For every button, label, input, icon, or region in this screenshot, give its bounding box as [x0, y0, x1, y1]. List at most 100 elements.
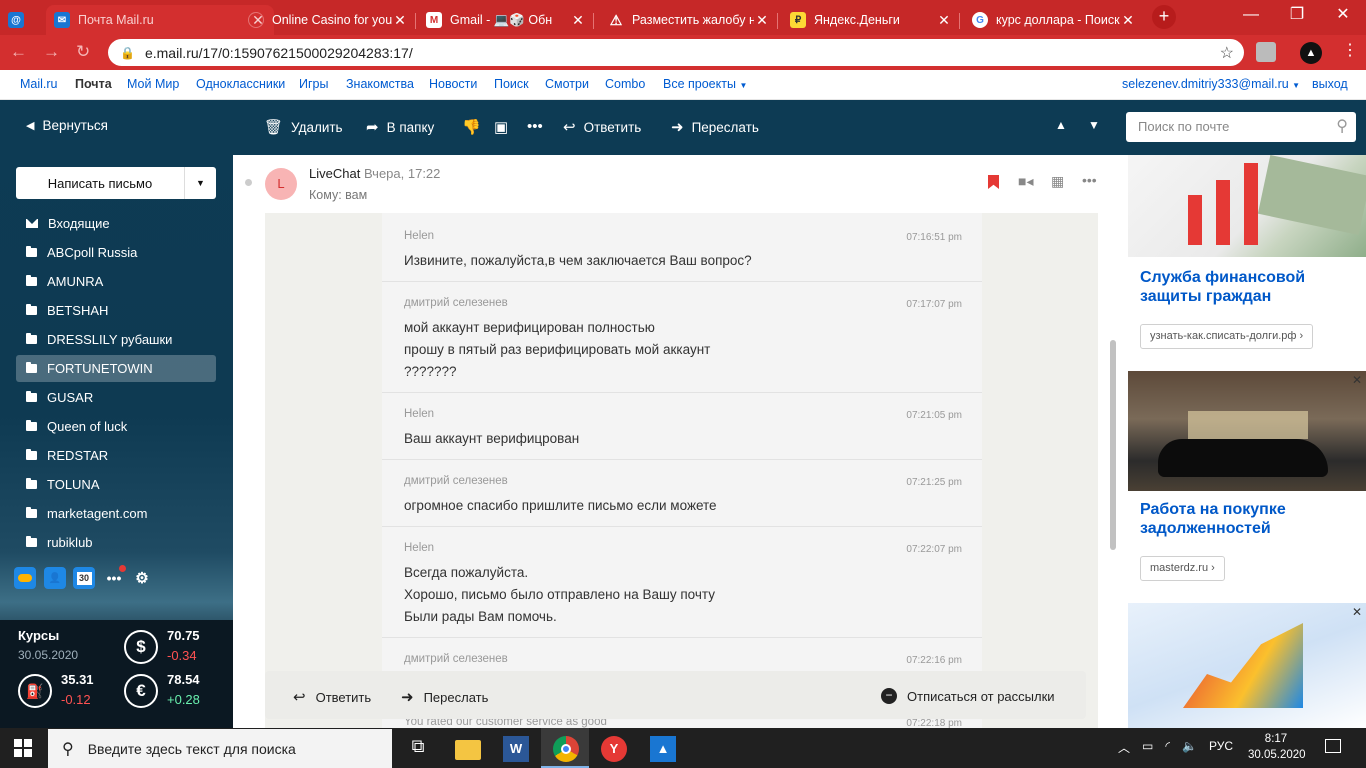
ad-link-button[interactable]: узнать-как.списать-долги.рф › [1140, 324, 1314, 349]
back-button[interactable]: ◀ Вернуться [26, 118, 108, 133]
minimize-icon[interactable]: — [1228, 0, 1274, 32]
ad-image-finance[interactable] [1128, 154, 1366, 257]
file-explorer-icon[interactable] [455, 740, 481, 760]
sidebar-item-folder[interactable]: ABCpoll Russia [16, 239, 216, 266]
portal-link-moymir[interactable]: Мой Мир [127, 77, 179, 91]
sidebar-item-folder[interactable]: marketagent.com [16, 500, 216, 527]
delete-button[interactable]: 🗑 Удалить [264, 118, 343, 136]
archive-button[interactable]: ▣ [494, 118, 508, 136]
portal-link-all-projects[interactable]: Все проекты ▼ [663, 77, 747, 91]
battery-icon[interactable]: ▭ [1142, 739, 1153, 756]
scrollbar-thumb[interactable] [1110, 340, 1116, 550]
quick-forward-button[interactable]: ➜ Переслать [401, 688, 488, 706]
spam-button[interactable]: 👎 [462, 118, 481, 136]
more-dots-icon[interactable]: ••• [1082, 172, 1097, 188]
close-window-icon[interactable]: ✕ [1320, 0, 1366, 32]
read-status-dot[interactable] [245, 179, 252, 186]
photos-icon[interactable]: ▲ [650, 736, 676, 762]
portal-link-mailru[interactable]: Mail.ru [20, 77, 58, 91]
search-icon[interactable]: ⚲ [1336, 112, 1348, 142]
portal-link-combo[interactable]: Combo [605, 77, 645, 91]
tab-gmail[interactable]: M Gmail - 💻🎲 Обн ✕ [418, 5, 594, 35]
portal-link-search[interactable]: Поиск [494, 77, 529, 91]
sidebar-item-folder[interactable]: DRESSLILY рубашки [16, 326, 216, 353]
unsubscribe-button[interactable]: − Отписаться от рассылки [881, 688, 1055, 704]
sidebar-item-folder[interactable]: Queen of luck [16, 413, 216, 440]
sidebar-item-folder-selected[interactable]: FORTUNETOWIN [16, 355, 216, 382]
shield-favicon-icon: ⚠ [609, 11, 623, 28]
volume-icon[interactable]: 🔈 [1182, 739, 1197, 756]
pinned-tab[interactable]: @ [0, 5, 40, 35]
logout-link[interactable]: выход [1312, 77, 1348, 91]
close-tab-icon[interactable]: ✕ [936, 12, 952, 29]
settings-gear-icon[interactable]: ⚙ [131, 567, 153, 589]
portal-link-smotri[interactable]: Смотри [545, 77, 589, 91]
back-arrow-icon[interactable]: ← [10, 42, 27, 62]
close-tab-icon[interactable]: ✕ [392, 12, 408, 29]
sidebar-item-inbox[interactable]: Входящие [16, 210, 216, 237]
bookmark-star-icon[interactable]: ☆ [1220, 43, 1234, 63]
reply-button[interactable]: ↩ Ответить [563, 118, 641, 136]
close-tab-icon[interactable]: ✕ [754, 12, 770, 29]
sidebar-item-folder[interactable]: rubiklub [16, 529, 216, 556]
video-icon[interactable]: ■◂ [1018, 173, 1033, 190]
chrome-icon[interactable] [553, 736, 579, 762]
profile-icon[interactable]: ▲ [1300, 42, 1322, 64]
portal-link-dating[interactable]: Знакомства [346, 77, 414, 91]
new-tab-button[interactable]: + [1152, 5, 1176, 29]
ad-link-button[interactable]: masterdz.ru › [1140, 556, 1225, 581]
yandex-browser-icon[interactable]: Y [601, 736, 627, 762]
portal-link-games[interactable]: Игры [299, 77, 328, 91]
sidebar-item-folder[interactable]: TOLUNA [16, 471, 216, 498]
move-to-folder-button[interactable]: ➦ В папку [366, 118, 434, 136]
more-actions-button[interactable]: ••• [527, 118, 543, 135]
calendar-icon[interactable]: ▦ [1051, 173, 1064, 190]
next-letter-button[interactable]: ▼ [1088, 118, 1100, 132]
portal-link-ok[interactable]: Одноклассники [196, 77, 285, 91]
menu-dots-icon[interactable]: ⋮ [1342, 40, 1358, 60]
sidebar-item-folder[interactable]: AMUNRA [16, 268, 216, 295]
user-email[interactable]: selezenev.dmitriy333@mail.ru ▼ [1122, 77, 1300, 91]
close-tab-icon[interactable]: ✕ [1120, 12, 1136, 29]
search-input[interactable]: Поиск по почте ⚲ [1126, 112, 1356, 142]
language-indicator[interactable]: РУС [1209, 739, 1233, 756]
task-view-icon[interactable]: ⧉ [405, 736, 431, 762]
sidebar-item-folder[interactable]: BETSHAH [16, 297, 216, 324]
sidebar-item-folder[interactable]: REDSTAR [16, 442, 216, 469]
compose-dropdown-icon[interactable]: ▼ [184, 167, 216, 199]
portal-link-news[interactable]: Новости [429, 77, 477, 91]
tab-google-search[interactable]: G курс доллара - Поиск ✕ [964, 5, 1144, 35]
tab-yandex-money[interactable]: ₽ Яндекс.Деньги ✕ [782, 5, 960, 35]
forward-arrow-icon[interactable]: → [43, 42, 60, 62]
forward-button[interactable]: ➜ Переслать [671, 118, 759, 136]
reload-icon[interactable]: ↻ [76, 42, 90, 62]
tab-casino[interactable]: Online Casino for you ✕ [240, 5, 416, 35]
chevron-up-icon[interactable]: ︿ [1118, 739, 1130, 756]
extension-icon[interactable] [1256, 42, 1276, 62]
close-ad-icon[interactable]: ✕ [1352, 605, 1362, 619]
portal-link-pochta[interactable]: Почта [75, 77, 112, 91]
maximize-icon[interactable]: ❐ [1274, 0, 1320, 32]
quick-reply-button[interactable]: ↩ Ответить [293, 688, 371, 706]
ad-image-chart[interactable] [1128, 603, 1366, 728]
ad-title[interactable]: Служба финансовой защиты граждан [1140, 268, 1350, 306]
wifi-icon[interactable]: ◜ [1165, 739, 1170, 756]
sidebar-item-folder[interactable]: GUSAR [16, 384, 216, 411]
prev-letter-button[interactable]: ▲ [1055, 118, 1067, 132]
compose-button[interactable]: Написать письмо ▼ [16, 167, 216, 199]
tab-complaint[interactable]: ⚠ Разместить жалобу на ✕ [600, 5, 778, 35]
word-icon[interactable]: W [503, 736, 529, 762]
taskbar-search-input[interactable]: ⚲ Введите здесь текст для поиска [48, 729, 392, 768]
cloud-app-icon[interactable] [14, 567, 36, 589]
close-ad-icon[interactable]: ✕ [1352, 373, 1362, 387]
address-bar[interactable]: 🔒 e.mail.ru/17/0:15907621500029204283:17… [108, 39, 1244, 66]
notifications-icon[interactable] [1325, 739, 1341, 753]
sender-name[interactable]: LiveChat [309, 166, 360, 181]
close-tab-icon[interactable]: ✕ [570, 12, 586, 29]
windows-start-icon[interactable] [14, 739, 32, 757]
ad-title[interactable]: Работа на покупке задолженностей [1140, 500, 1350, 538]
contacts-app-icon[interactable]: 👤 [44, 567, 66, 589]
taskbar-clock[interactable]: 8:17 30.05.2020 [1248, 731, 1306, 763]
calendar-app-icon[interactable]: 30 [73, 567, 95, 589]
ad-image-car[interactable] [1128, 371, 1366, 491]
